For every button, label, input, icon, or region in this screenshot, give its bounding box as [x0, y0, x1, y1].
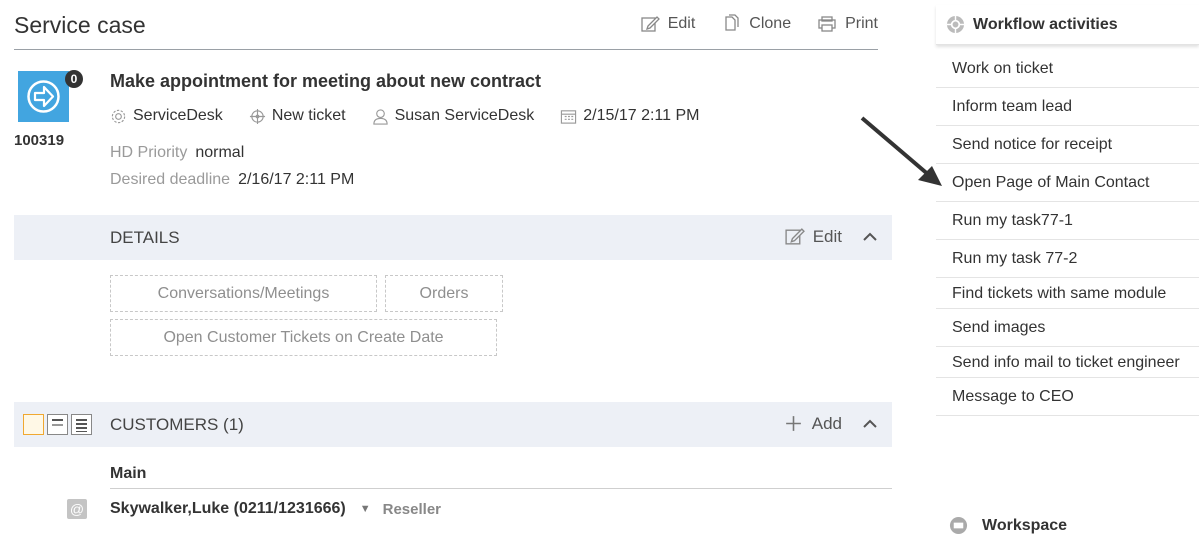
- workflow-item[interactable]: Work on ticket: [936, 50, 1199, 88]
- priority-field: HD Priority normal: [110, 144, 244, 162]
- details-edit-label: Edit: [812, 226, 842, 246]
- meta-owner[interactable]: Susan ServiceDesk: [372, 107, 535, 125]
- workflow-item[interactable]: Message to CEO: [936, 378, 1199, 416]
- priority-label: HD Priority: [110, 144, 188, 161]
- details-edit-button[interactable]: Edit: [784, 226, 842, 247]
- clone-button[interactable]: Clone: [721, 14, 791, 34]
- record-meta: ServiceDesk New ticket Susan ServiceDesk…: [110, 107, 725, 125]
- edit-icon: [641, 16, 660, 32]
- deadline-field: Desired deadline 2/16/17 2:11 PM: [110, 171, 354, 189]
- workflow-item[interactable]: Inform team lead: [936, 88, 1199, 126]
- customers-add-button[interactable]: Add: [783, 413, 842, 434]
- deadline-value: 2/16/17 2:11 PM: [238, 171, 355, 188]
- meta-status[interactable]: New ticket: [249, 107, 346, 125]
- customers-title: CUSTOMERS (1): [110, 415, 244, 434]
- workflow-icon: [946, 15, 965, 34]
- workflow-title: Workflow activities: [973, 15, 1118, 33]
- record-title: Make appointment for meeting about new c…: [110, 71, 542, 91]
- workflow-list: Work on ticket Inform team lead Send not…: [936, 50, 1199, 416]
- workspace-title: Workspace: [982, 516, 1068, 534]
- edit-icon: [785, 228, 805, 245]
- view-toggle: [23, 414, 92, 435]
- meta-date: 2/15/17 2:11 PM: [560, 107, 699, 125]
- workflow-item[interactable]: Run my task77-1: [936, 202, 1199, 240]
- chevron-down-icon[interactable]: ▼: [360, 503, 371, 515]
- edit-label: Edit: [667, 15, 696, 32]
- record-badge: 0: [65, 70, 83, 88]
- customer-group-label: Main: [110, 465, 147, 482]
- meta-owner-label: Susan ServiceDesk: [394, 107, 535, 124]
- meta-service[interactable]: ServiceDesk: [110, 107, 223, 125]
- chevron-up-icon[interactable]: [860, 227, 880, 247]
- priority-value: normal: [195, 144, 245, 161]
- ticket-type-icon: [18, 71, 69, 122]
- page-title: Service case: [14, 12, 146, 38]
- contact-row: Skywalker,Luke (0211/1231666) ▼ Reseller: [110, 500, 441, 518]
- chevron-up-icon[interactable]: [860, 414, 880, 434]
- view-compact-icon[interactable]: [47, 414, 68, 435]
- details-title: DETAILS: [110, 228, 180, 247]
- calendar-icon: [561, 109, 577, 124]
- contact-role: Reseller: [382, 500, 441, 518]
- plus-icon: [785, 416, 801, 431]
- workflow-item[interactable]: Open Page of Main Contact: [936, 164, 1199, 202]
- print-label: Print: [845, 15, 878, 32]
- clone-label: Clone: [749, 15, 792, 32]
- view-tile-icon[interactable]: [23, 414, 44, 435]
- workspace-icon: [949, 516, 968, 535]
- clone-icon: [725, 14, 739, 31]
- workflow-item[interactable]: Run my task 77-2: [936, 240, 1199, 278]
- tile-open-customer-tickets[interactable]: Open Customer Tickets on Create Date: [110, 319, 497, 356]
- user-icon: [372, 108, 388, 125]
- edit-button[interactable]: Edit: [640, 14, 696, 34]
- meta-status-label: New ticket: [271, 107, 346, 124]
- workflow-activities-header[interactable]: Workflow activities: [936, 5, 1199, 45]
- deadline-label: Desired deadline: [110, 171, 231, 188]
- toolbar: Edit Clone Print: [640, 14, 878, 34]
- divider: [110, 488, 892, 489]
- meta-date-label: 2/15/17 2:11 PM: [583, 107, 700, 124]
- view-list-icon[interactable]: [71, 414, 92, 435]
- workflow-item[interactable]: Send info mail to ticket engineer: [936, 347, 1199, 378]
- contact-name[interactable]: Skywalker,Luke (0211/1231666): [110, 500, 346, 518]
- arrow-annotation-icon: [860, 116, 942, 186]
- page-header: Service case Edit Clone Print: [14, 0, 878, 50]
- tile-orders[interactable]: Orders: [385, 275, 503, 312]
- print-button[interactable]: Print: [817, 14, 878, 34]
- customers-section-header: CUSTOMERS (1) Add: [14, 402, 892, 447]
- details-section-header: DETAILS Edit: [14, 215, 892, 260]
- target-icon: [249, 108, 265, 124]
- email-icon[interactable]: @: [67, 499, 87, 519]
- record-id: 100319: [14, 132, 65, 149]
- workflow-item[interactable]: Send notice for receipt: [936, 126, 1199, 164]
- workspace-header[interactable]: Workspace: [936, 508, 1199, 543]
- gear-icon: [111, 109, 126, 123]
- workflow-item[interactable]: Send images: [936, 309, 1199, 347]
- meta-service-label: ServiceDesk: [133, 107, 223, 124]
- customers-add-label: Add: [811, 413, 842, 433]
- workflow-item[interactable]: Find tickets with same module: [936, 278, 1199, 309]
- tile-conversations[interactable]: Conversations/Meetings: [110, 275, 377, 312]
- print-icon: [818, 16, 836, 32]
